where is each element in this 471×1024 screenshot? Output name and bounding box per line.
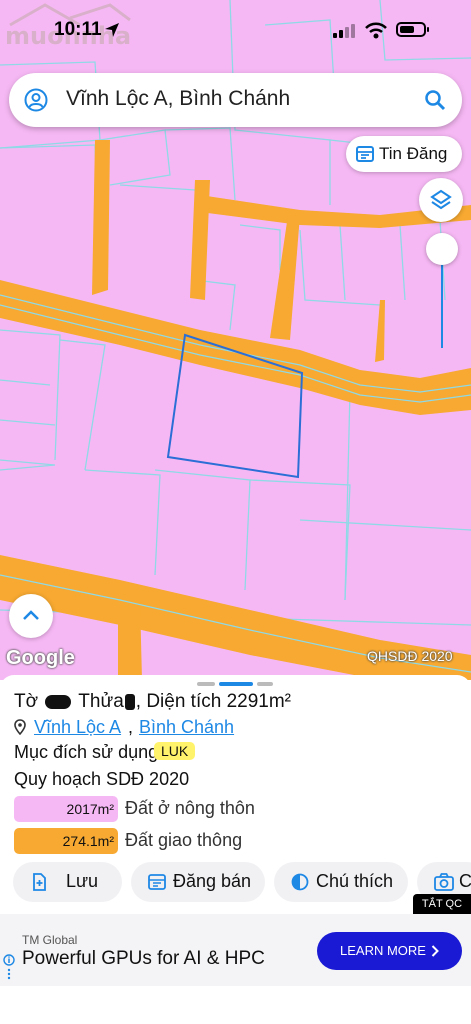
plan-label: Quy hoạch SDĐ 2020 <box>14 769 190 789</box>
location-arrow-icon <box>105 23 119 37</box>
legend-label: Chú thích <box>316 871 394 891</box>
legend-area-residential: 2017m² <box>14 796 118 822</box>
user-profile-icon[interactable] <box>24 88 48 112</box>
chevron-up-icon <box>23 610 39 620</box>
land-use-code-badge: LUK <box>154 742 196 760</box>
ward-link[interactable]: Vĩnh Lộc A <box>34 717 121 738</box>
page-indicator-active <box>219 682 253 686</box>
page-indicator-dot <box>257 682 273 686</box>
opacity-slider-handle[interactable] <box>426 233 458 265</box>
redacted-mark <box>45 694 72 709</box>
save-label: Lưu <box>66 871 99 891</box>
layers-button[interactable] <box>419 178 463 222</box>
chevron-right-icon <box>431 945 439 957</box>
camera-label: C <box>459 871 471 891</box>
legend-area-road: 274.1m² <box>14 828 118 854</box>
listings-button[interactable]: Tin Đăng <box>346 136 462 172</box>
learn-more-label: LEARN MORE <box>340 943 426 958</box>
battery-icon <box>396 22 429 37</box>
status-time: 10:11 <box>54 19 102 40</box>
redacted-mark <box>124 693 135 710</box>
status-bar: 10:11 <box>0 0 471 60</box>
parcel-prefix: Thửa <box>78 691 124 712</box>
calendar-icon <box>148 874 166 890</box>
wifi-icon <box>365 22 387 39</box>
legend-label-residential: Đất ở nông thôn <box>125 798 255 818</box>
ad-info-icon[interactable] <box>3 954 15 984</box>
camera-icon <box>434 873 454 891</box>
close-ad-button[interactable]: TẮT QC <box>413 894 471 914</box>
district-link[interactable]: Bình Chánh <box>139 717 234 738</box>
address-separator: , <box>128 717 134 737</box>
parcel-info-sheet[interactable]: Tờ Thửa , Diện tích 2291m² Vĩnh Lộc A , B… <box>0 675 471 915</box>
save-button[interactable]: Lưu <box>13 862 122 902</box>
google-logo: Google <box>6 647 75 669</box>
land-use-purpose-label: Mục đích sử dụng <box>14 742 159 762</box>
parcel-area: , Diện tích 2291m² <box>135 691 292 712</box>
ad-brand: TM Global <box>22 933 78 947</box>
bottom-safe-area <box>0 986 471 1024</box>
ad-banner[interactable]: TM Global Powerful GPUs for AI & HPC LEA… <box>0 914 471 986</box>
bookmark-add-icon <box>33 873 46 891</box>
post-sale-label: Đăng bán <box>173 871 252 891</box>
sheet-prefix: Tờ <box>14 691 39 712</box>
post-sale-button[interactable]: Đăng bán <box>131 862 265 902</box>
legend-label-road: Đất giao thông <box>125 830 243 850</box>
ad-headline: Powerful GPUs for AI & HPC <box>22 948 265 969</box>
search-bar[interactable]: Vĩnh Lộc A, Bình Chánh <box>9 73 462 127</box>
location-pin-icon <box>14 719 26 735</box>
layers-icon <box>430 189 452 210</box>
calendar-icon <box>356 146 374 162</box>
parcel-title: Tờ Thửa , Diện tích 2291m² <box>14 691 291 713</box>
expand-up-button[interactable] <box>9 594 53 638</box>
half-circle-icon <box>291 873 309 891</box>
learn-more-button[interactable]: LEARN MORE <box>317 932 462 970</box>
search-input[interactable]: Vĩnh Lộc A, Bình Chánh <box>66 87 290 111</box>
page-indicator-dot <box>197 682 215 686</box>
cellular-signal-icon <box>333 24 355 38</box>
search-icon[interactable] <box>424 89 446 111</box>
map-layer-label: QHSDĐ 2020 <box>367 648 453 664</box>
listings-label: Tin Đăng <box>379 144 448 163</box>
legend-button[interactable]: Chú thích <box>274 862 408 902</box>
opacity-slider-track[interactable] <box>441 262 443 348</box>
